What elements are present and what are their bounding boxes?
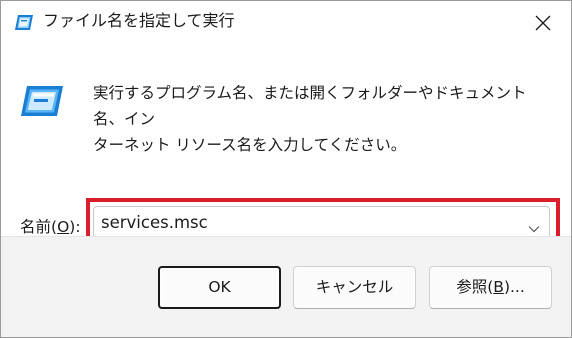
window-title: ファイル名を指定して実行 [43, 11, 235, 30]
name-label-prefix: 名前( [20, 218, 58, 236]
browse-label-suffix: )... [503, 278, 525, 296]
name-label: 名前(O): [20, 215, 81, 237]
run-dialog: ファイル名を指定して実行 実行するプログラム名、または開くフォルダーやドキュメン… [0, 0, 572, 338]
dialog-description: 実行するプログラム名、または開くフォルダーやドキュメント名、イン ターネット リ… [93, 80, 553, 158]
run-dialog-icon [20, 85, 64, 117]
browse-button[interactable]: 参照(B)... [429, 266, 552, 309]
dialog-body: 実行するプログラム名、または開くフォルダーやドキュメント名、イン ターネット リ… [1, 45, 571, 250]
button-bar: OK キャンセル 参照(B)... [1, 236, 571, 337]
ok-button[interactable]: OK [158, 266, 281, 309]
browse-label-prefix: 参照( [456, 278, 494, 296]
run-dialog-icon [14, 14, 34, 31]
description-line-2: ターネット リソース名を入力してください。 [93, 136, 407, 154]
close-button[interactable] [515, 1, 571, 45]
browse-label-accelerator: B [493, 278, 504, 296]
description-line-1: 実行するプログラム名、または開くフォルダーやドキュメント名、イン [93, 84, 527, 128]
close-icon[interactable] [535, 15, 551, 31]
chevron-down-icon[interactable] [528, 219, 540, 233]
command-input[interactable]: services.msc [101, 213, 208, 232]
name-label-suffix: ): [69, 218, 81, 236]
title-bar: ファイル名を指定して実行 [1, 1, 571, 45]
cancel-button[interactable]: キャンセル [293, 266, 416, 309]
name-label-accelerator: O [57, 218, 70, 236]
